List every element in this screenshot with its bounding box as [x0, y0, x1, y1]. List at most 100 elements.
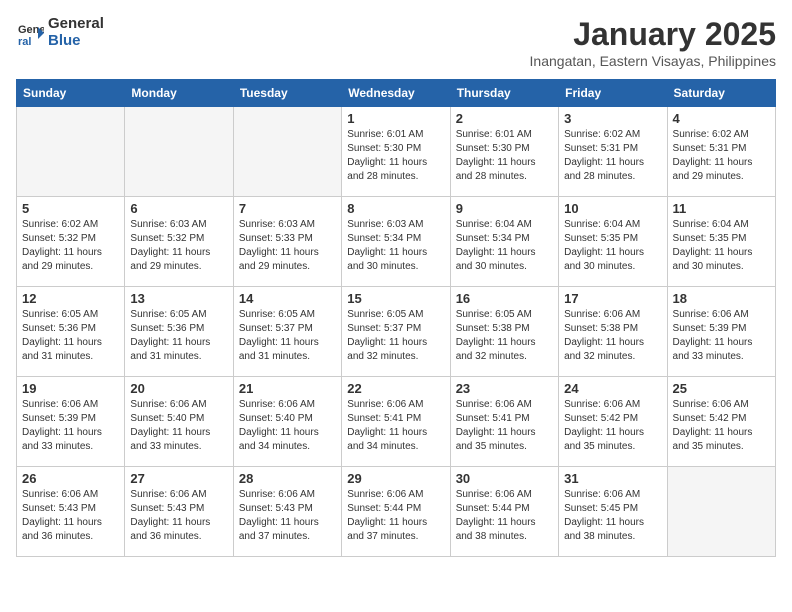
day-info: Sunrise: 6:06 AM Sunset: 5:38 PM Dayligh…: [564, 308, 661, 364]
calendar-cell: 28 Sunrise: 6:06 AM Sunset: 5:43 PM Dayli…: [233, 467, 341, 557]
weekday-header: Saturday: [667, 80, 775, 107]
day-number: 23: [456, 381, 553, 396]
day-info: Sunrise: 6:06 AM Sunset: 5:44 PM Dayligh…: [456, 488, 553, 544]
day-number: 15: [347, 291, 444, 306]
calendar-cell: 9 Sunrise: 6:04 AM Sunset: 5:34 PM Daylig…: [450, 197, 558, 287]
day-number: 14: [239, 291, 336, 306]
weekday-header-row: SundayMondayTuesdayWednesdayThursdayFrid…: [17, 80, 776, 107]
day-info: Sunrise: 6:04 AM Sunset: 5:35 PM Dayligh…: [673, 218, 770, 274]
day-number: 1: [347, 111, 444, 126]
day-number: 17: [564, 291, 661, 306]
day-number: 25: [673, 381, 770, 396]
day-info: Sunrise: 6:02 AM Sunset: 5:31 PM Dayligh…: [564, 128, 661, 184]
day-info: Sunrise: 6:06 AM Sunset: 5:44 PM Dayligh…: [347, 488, 444, 544]
day-info: Sunrise: 6:06 AM Sunset: 5:43 PM Dayligh…: [239, 488, 336, 544]
day-info: Sunrise: 6:05 AM Sunset: 5:36 PM Dayligh…: [130, 308, 227, 364]
calendar-cell: 22Sunrise: 6:06 AM Sunset: 5:41 PM Dayli…: [342, 377, 450, 467]
week-row: 12 Sunrise: 6:05 AM Sunset: 5:36 PM Dayli…: [17, 287, 776, 377]
calendar-cell: 25 Sunrise: 6:06 AM Sunset: 5:42 PM Dayli…: [667, 377, 775, 467]
calendar-cell: 26 Sunrise: 6:06 AM Sunset: 5:43 PM Dayli…: [17, 467, 125, 557]
day-number: 24: [564, 381, 661, 396]
day-number: 18: [673, 291, 770, 306]
day-number: 12: [22, 291, 119, 306]
calendar-cell: 16 Sunrise: 6:05 AM Sunset: 5:38 PM Dayli…: [450, 287, 558, 377]
day-number: 20: [130, 381, 227, 396]
weekday-header: Friday: [559, 80, 667, 107]
calendar-cell: 23Sunrise: 6:06 AM Sunset: 5:41 PM Dayli…: [450, 377, 558, 467]
day-info: Sunrise: 6:06 AM Sunset: 5:39 PM Dayligh…: [22, 398, 119, 454]
calendar-cell: 18 Sunrise: 6:06 AM Sunset: 5:39 PM Dayli…: [667, 287, 775, 377]
calendar-cell: 2Sunrise: 6:01 AM Sunset: 5:30 PM Daylig…: [450, 107, 558, 197]
day-info: Sunrise: 6:06 AM Sunset: 5:39 PM Dayligh…: [673, 308, 770, 364]
calendar-cell: 19 Sunrise: 6:06 AM Sunset: 5:39 PM Dayli…: [17, 377, 125, 467]
day-info: Sunrise: 6:04 AM Sunset: 5:35 PM Dayligh…: [564, 218, 661, 274]
page-header: Gene ral General Blue January 2025 Inang…: [16, 16, 776, 69]
day-number: 3: [564, 111, 661, 126]
logo-line1: General: [48, 16, 104, 33]
day-number: 11: [673, 201, 770, 216]
weekday-header: Thursday: [450, 80, 558, 107]
day-info: Sunrise: 6:06 AM Sunset: 5:42 PM Dayligh…: [564, 398, 661, 454]
week-row: 1 Sunrise: 6:01 AM Sunset: 5:30 PM Daylig…: [17, 107, 776, 197]
day-number: 16: [456, 291, 553, 306]
week-row: 19 Sunrise: 6:06 AM Sunset: 5:39 PM Dayli…: [17, 377, 776, 467]
day-number: 9: [456, 201, 553, 216]
calendar-cell: 10 Sunrise: 6:04 AM Sunset: 5:35 PM Dayli…: [559, 197, 667, 287]
calendar-cell: 3 Sunrise: 6:02 AM Sunset: 5:31 PM Daylig…: [559, 107, 667, 197]
calendar-cell: 20 Sunrise: 6:06 AM Sunset: 5:40 PM Dayli…: [125, 377, 233, 467]
title-block: January 2025 Inangatan, Eastern Visayas,…: [530, 16, 776, 69]
day-number: 19: [22, 381, 119, 396]
day-info: Sunrise: 6:04 AM Sunset: 5:34 PM Dayligh…: [456, 218, 553, 274]
day-info: Sunrise: 6:05 AM Sunset: 5:37 PM Dayligh…: [239, 308, 336, 364]
calendar-cell: 27Sunrise: 6:06 AM Sunset: 5:43 PM Dayli…: [125, 467, 233, 557]
calendar-cell: 12 Sunrise: 6:05 AM Sunset: 5:36 PM Dayli…: [17, 287, 125, 377]
calendar-cell: [233, 107, 341, 197]
calendar-cell: 6Sunrise: 6:03 AM Sunset: 5:32 PM Daylig…: [125, 197, 233, 287]
day-number: 5: [22, 201, 119, 216]
day-info: Sunrise: 6:01 AM Sunset: 5:30 PM Dayligh…: [347, 128, 444, 184]
day-info: Sunrise: 6:02 AM Sunset: 5:32 PM Dayligh…: [22, 218, 119, 274]
day-number: 13: [130, 291, 227, 306]
day-info: Sunrise: 6:05 AM Sunset: 5:37 PM Dayligh…: [347, 308, 444, 364]
location-subtitle: Inangatan, Eastern Visayas, Philippines: [530, 53, 776, 69]
day-number: 26: [22, 471, 119, 486]
day-number: 8: [347, 201, 444, 216]
calendar-cell: 21 Sunrise: 6:06 AM Sunset: 5:40 PM Dayli…: [233, 377, 341, 467]
calendar-cell: 29Sunrise: 6:06 AM Sunset: 5:44 PM Dayli…: [342, 467, 450, 557]
day-info: Sunrise: 6:06 AM Sunset: 5:41 PM Dayligh…: [347, 398, 444, 454]
calendar-table: SundayMondayTuesdayWednesdayThursdayFrid…: [16, 79, 776, 557]
day-number: 7: [239, 201, 336, 216]
calendar-cell: [125, 107, 233, 197]
day-number: 28: [239, 471, 336, 486]
weekday-header: Wednesday: [342, 80, 450, 107]
day-info: Sunrise: 6:06 AM Sunset: 5:42 PM Dayligh…: [673, 398, 770, 454]
calendar-cell: 4Sunrise: 6:02 AM Sunset: 5:31 PM Daylig…: [667, 107, 775, 197]
day-number: 21: [239, 381, 336, 396]
day-number: 27: [130, 471, 227, 486]
day-number: 4: [673, 111, 770, 126]
logo: Gene ral General Blue: [16, 16, 104, 49]
day-info: Sunrise: 6:05 AM Sunset: 5:38 PM Dayligh…: [456, 308, 553, 364]
day-info: Sunrise: 6:05 AM Sunset: 5:36 PM Dayligh…: [22, 308, 119, 364]
day-info: Sunrise: 6:06 AM Sunset: 5:43 PM Dayligh…: [22, 488, 119, 544]
day-info: Sunrise: 6:06 AM Sunset: 5:45 PM Dayligh…: [564, 488, 661, 544]
day-info: Sunrise: 6:06 AM Sunset: 5:40 PM Dayligh…: [130, 398, 227, 454]
weekday-header: Monday: [125, 80, 233, 107]
day-info: Sunrise: 6:06 AM Sunset: 5:40 PM Dayligh…: [239, 398, 336, 454]
day-number: 6: [130, 201, 227, 216]
calendar-cell: [667, 467, 775, 557]
week-row: 5 Sunrise: 6:02 AM Sunset: 5:32 PM Daylig…: [17, 197, 776, 287]
month-title: January 2025: [530, 16, 776, 53]
calendar-cell: 14 Sunrise: 6:05 AM Sunset: 5:37 PM Dayli…: [233, 287, 341, 377]
weekday-header: Sunday: [17, 80, 125, 107]
day-number: 31: [564, 471, 661, 486]
day-number: 10: [564, 201, 661, 216]
calendar-cell: 24 Sunrise: 6:06 AM Sunset: 5:42 PM Dayli…: [559, 377, 667, 467]
svg-text:ral: ral: [18, 36, 31, 47]
logo-icon: Gene ral: [16, 19, 44, 47]
calendar-cell: [17, 107, 125, 197]
weekday-header: Tuesday: [233, 80, 341, 107]
logo-line2: Blue: [48, 33, 104, 50]
calendar-cell: 30Sunrise: 6:06 AM Sunset: 5:44 PM Dayli…: [450, 467, 558, 557]
calendar-cell: 7Sunrise: 6:03 AM Sunset: 5:33 PM Daylig…: [233, 197, 341, 287]
